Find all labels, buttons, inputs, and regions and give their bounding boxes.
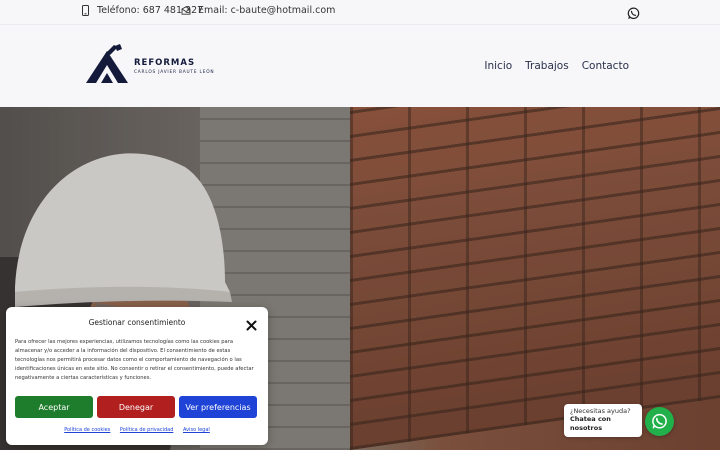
cookie-title: Gestionar consentimiento <box>88 318 186 327</box>
whatsapp-icon <box>652 413 667 429</box>
accept-button[interactable]: Aceptar <box>15 396 93 418</box>
main-nav: Inicio Trabajos Contacto <box>484 60 629 72</box>
preferences-button[interactable]: Ver preferencias <box>179 396 257 418</box>
deny-button[interactable]: Denegar <box>97 396 175 418</box>
nav-item-contacto[interactable]: Contacto <box>582 60 629 72</box>
top-bar: Teléfono: 687 481 327 Email: c-baute@hot… <box>0 0 720 24</box>
email-contact[interactable]: Email: c-baute@hotmail.com <box>181 4 335 16</box>
envelope-icon <box>181 4 191 16</box>
whatsapp-chat-button[interactable] <box>645 407 674 436</box>
email-text: Email: c-baute@hotmail.com <box>198 4 336 16</box>
logo-mark-icon <box>86 44 128 83</box>
whatsapp-icon[interactable] <box>627 5 640 20</box>
site-header: REFORMAS CARLOS JAVIER BAUTE LEÓN Inicio… <box>0 24 720 107</box>
chat-prompt-bubble[interactable]: ¿Necesitas ayuda? Chatea con nosotros <box>564 404 642 437</box>
nav-item-trabajos[interactable]: Trabajos <box>525 60 569 72</box>
nav-item-inicio[interactable]: Inicio <box>484 60 512 72</box>
phone-icon <box>80 4 90 16</box>
logo-subtitle: CARLOS JAVIER BAUTE LEÓN <box>134 69 215 75</box>
logo-title: REFORMAS <box>134 57 196 68</box>
legal-notice-link[interactable]: Aviso legal <box>183 427 210 433</box>
cookie-policy-link[interactable]: Política de cookies <box>64 427 110 433</box>
chat-question: ¿Necesitas ayuda? <box>570 407 631 415</box>
chat-action: Chatea con nosotros <box>570 415 611 432</box>
privacy-policy-link[interactable]: Política de privacidad <box>120 427 173 433</box>
site-logo[interactable]: REFORMAS CARLOS JAVIER BAUTE LEÓN <box>84 43 214 85</box>
cookie-links: Política de cookies Política de privacid… <box>6 427 268 433</box>
close-icon[interactable] <box>246 316 257 331</box>
cookie-consent-modal: Gestionar consentimiento Para ofrecer la… <box>6 307 268 445</box>
cookie-description: Para ofrecer las mejores experiencias, u… <box>15 339 254 381</box>
